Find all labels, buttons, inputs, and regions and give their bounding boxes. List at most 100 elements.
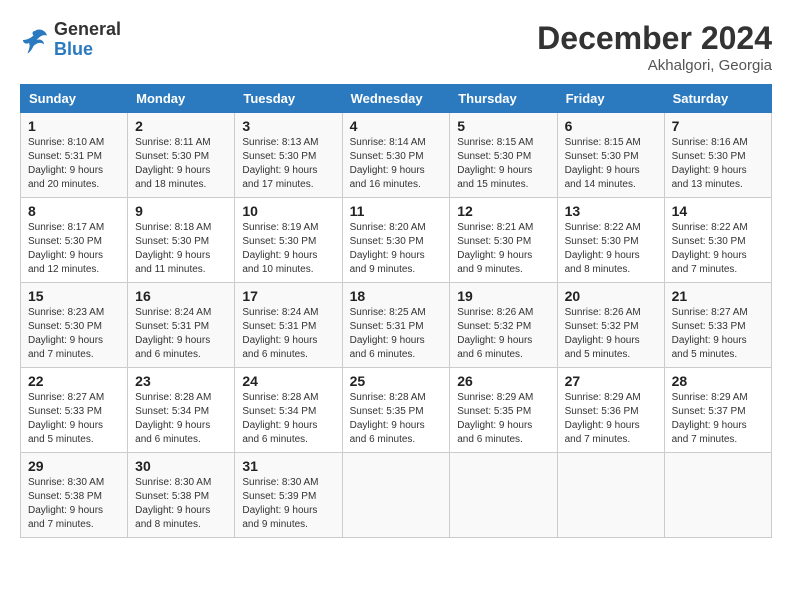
calendar-week-row: 1Sunrise: 8:10 AM Sunset: 5:31 PM Daylig… xyxy=(21,113,772,198)
day-number: 20 xyxy=(565,288,657,304)
day-info: Sunrise: 8:27 AM Sunset: 5:33 PM Dayligh… xyxy=(672,306,764,362)
calendar-cell xyxy=(342,453,450,538)
day-info: Sunrise: 8:15 AM Sunset: 5:30 PM Dayligh… xyxy=(457,136,549,192)
calendar-cell: 14Sunrise: 8:22 AM Sunset: 5:30 PM Dayli… xyxy=(664,198,771,283)
day-number: 18 xyxy=(350,288,443,304)
day-info: Sunrise: 8:20 AM Sunset: 5:30 PM Dayligh… xyxy=(350,221,443,277)
day-number: 12 xyxy=(457,203,549,219)
col-thursday: Thursday xyxy=(450,85,557,113)
calendar-cell: 30 Sunrise: 8:30 AM Sunset: 5:38 PM Dayli… xyxy=(128,453,235,538)
day-number: 16 xyxy=(135,288,227,304)
day-number: 14 xyxy=(672,203,764,219)
day-number: 4 xyxy=(350,118,443,134)
day-number: 9 xyxy=(135,203,227,219)
location-title: Akhalgori, Georgia xyxy=(537,57,772,74)
day-info: Sunrise: 8:30 AM Sunset: 5:38 PM Dayligh… xyxy=(28,476,120,532)
day-number: 15 xyxy=(28,288,120,304)
day-info: Sunrise: 8:24 AM Sunset: 5:31 PM Dayligh… xyxy=(242,306,334,362)
day-info: Sunrise: 8:14 AM Sunset: 5:30 PM Dayligh… xyxy=(350,136,443,192)
day-number: 11 xyxy=(350,203,443,219)
day-number: 2 xyxy=(135,118,227,134)
calendar-cell: 25 Sunrise: 8:28 AM Sunset: 5:35 PM Dayli… xyxy=(342,368,450,453)
calendar-cell: 7 Sunrise: 8:16 AM Sunset: 5:30 PM Daylig… xyxy=(664,113,771,198)
calendar-cell: 17 Sunrise: 8:24 AM Sunset: 5:31 PM Dayli… xyxy=(235,283,342,368)
day-number: 10 xyxy=(242,203,334,219)
day-info: Sunrise: 8:16 AM Sunset: 5:30 PM Dayligh… xyxy=(672,136,764,192)
day-info: Sunrise: 8:30 AM Sunset: 5:38 PM Dayligh… xyxy=(135,476,227,532)
day-number: 1 xyxy=(28,118,120,134)
calendar-cell: 26 Sunrise: 8:29 AM Sunset: 5:35 PM Dayli… xyxy=(450,368,557,453)
calendar-cell: 27 Sunrise: 8:29 AM Sunset: 5:36 PM Dayli… xyxy=(557,368,664,453)
col-sunday: Sunday xyxy=(21,85,128,113)
calendar-cell: 8 Sunrise: 8:17 AM Sunset: 5:30 PM Daylig… xyxy=(21,198,128,283)
calendar-cell: 12 Sunrise: 8:21 AM Sunset: 5:30 PM Dayli… xyxy=(450,198,557,283)
calendar-cell: 3Sunrise: 8:13 AM Sunset: 5:30 PM Daylig… xyxy=(235,113,342,198)
day-info: Sunrise: 8:25 AM Sunset: 5:31 PM Dayligh… xyxy=(350,306,443,362)
day-info: Sunrise: 8:21 AM Sunset: 5:30 PM Dayligh… xyxy=(457,221,549,277)
day-info: Sunrise: 8:26 AM Sunset: 5:32 PM Dayligh… xyxy=(457,306,549,362)
calendar-header-row: Sunday Monday Tuesday Wednesday Thursday… xyxy=(21,85,772,113)
day-info: Sunrise: 8:28 AM Sunset: 5:35 PM Dayligh… xyxy=(350,391,443,447)
calendar-cell: 21 Sunrise: 8:27 AM Sunset: 5:33 PM Dayli… xyxy=(664,283,771,368)
col-friday: Friday xyxy=(557,85,664,113)
day-info: Sunrise: 8:22 AM Sunset: 5:30 PM Dayligh… xyxy=(565,221,657,277)
calendar-cell: 10 Sunrise: 8:19 AM Sunset: 5:30 PM Dayli… xyxy=(235,198,342,283)
day-info: Sunrise: 8:28 AM Sunset: 5:34 PM Dayligh… xyxy=(242,391,334,447)
calendar-week-row: 29Sunrise: 8:30 AM Sunset: 5:38 PM Dayli… xyxy=(21,453,772,538)
day-number: 31 xyxy=(242,458,334,474)
day-number: 24 xyxy=(242,373,334,389)
day-info: Sunrise: 8:17 AM Sunset: 5:30 PM Dayligh… xyxy=(28,221,120,277)
calendar-table: Sunday Monday Tuesday Wednesday Thursday… xyxy=(20,84,772,538)
day-number: 28 xyxy=(672,373,764,389)
calendar-cell: 2 Sunrise: 8:11 AM Sunset: 5:30 PM Daylig… xyxy=(128,113,235,198)
col-tuesday: Tuesday xyxy=(235,85,342,113)
calendar-cell: 6 Sunrise: 8:15 AM Sunset: 5:30 PM Daylig… xyxy=(557,113,664,198)
calendar-cell: 20 Sunrise: 8:26 AM Sunset: 5:32 PM Dayli… xyxy=(557,283,664,368)
day-info: Sunrise: 8:28 AM Sunset: 5:34 PM Dayligh… xyxy=(135,391,227,447)
day-number: 17 xyxy=(242,288,334,304)
month-title: December 2024 xyxy=(537,20,772,57)
day-info: Sunrise: 8:23 AM Sunset: 5:30 PM Dayligh… xyxy=(28,306,120,362)
calendar-week-row: 15 Sunrise: 8:23 AM Sunset: 5:30 PM Dayli… xyxy=(21,283,772,368)
day-number: 21 xyxy=(672,288,764,304)
day-info: Sunrise: 8:26 AM Sunset: 5:32 PM Dayligh… xyxy=(565,306,657,362)
day-number: 8 xyxy=(28,203,120,219)
day-info: Sunrise: 8:24 AM Sunset: 5:31 PM Dayligh… xyxy=(135,306,227,362)
day-number: 27 xyxy=(565,373,657,389)
day-number: 30 xyxy=(135,458,227,474)
page-container: General Blue December 2024 Akhalgori, Ge… xyxy=(20,20,772,538)
day-number: 22 xyxy=(28,373,120,389)
day-info: Sunrise: 8:11 AM Sunset: 5:30 PM Dayligh… xyxy=(135,136,227,192)
day-info: Sunrise: 8:13 AM Sunset: 5:30 PM Dayligh… xyxy=(242,136,334,192)
day-number: 19 xyxy=(457,288,549,304)
day-info: Sunrise: 8:19 AM Sunset: 5:30 PM Dayligh… xyxy=(242,221,334,277)
calendar-cell: 29Sunrise: 8:30 AM Sunset: 5:38 PM Dayli… xyxy=(21,453,128,538)
calendar-cell: 1Sunrise: 8:10 AM Sunset: 5:31 PM Daylig… xyxy=(21,113,128,198)
calendar-week-row: 22Sunrise: 8:27 AM Sunset: 5:33 PM Dayli… xyxy=(21,368,772,453)
col-wednesday: Wednesday xyxy=(342,85,450,113)
day-number: 23 xyxy=(135,373,227,389)
day-info: Sunrise: 8:15 AM Sunset: 5:30 PM Dayligh… xyxy=(565,136,657,192)
day-info: Sunrise: 8:29 AM Sunset: 5:37 PM Dayligh… xyxy=(672,391,764,447)
day-number: 5 xyxy=(457,118,549,134)
day-number: 6 xyxy=(565,118,657,134)
calendar-cell: 5 Sunrise: 8:15 AM Sunset: 5:30 PM Daylig… xyxy=(450,113,557,198)
title-section: December 2024 Akhalgori, Georgia xyxy=(537,20,772,74)
calendar-cell: 24 Sunrise: 8:28 AM Sunset: 5:34 PM Dayli… xyxy=(235,368,342,453)
day-info: Sunrise: 8:29 AM Sunset: 5:36 PM Dayligh… xyxy=(565,391,657,447)
day-number: 7 xyxy=(672,118,764,134)
calendar-cell: 31Sunrise: 8:30 AM Sunset: 5:39 PM Dayli… xyxy=(235,453,342,538)
day-info: Sunrise: 8:18 AM Sunset: 5:30 PM Dayligh… xyxy=(135,221,227,277)
day-number: 26 xyxy=(457,373,549,389)
calendar-cell: 13 Sunrise: 8:22 AM Sunset: 5:30 PM Dayli… xyxy=(557,198,664,283)
calendar-week-row: 8 Sunrise: 8:17 AM Sunset: 5:30 PM Daylig… xyxy=(21,198,772,283)
day-number: 13 xyxy=(565,203,657,219)
logo-icon xyxy=(20,25,50,55)
calendar-cell: 22Sunrise: 8:27 AM Sunset: 5:33 PM Dayli… xyxy=(21,368,128,453)
calendar-cell: 16 Sunrise: 8:24 AM Sunset: 5:31 PM Dayli… xyxy=(128,283,235,368)
calendar-cell xyxy=(664,453,771,538)
calendar-cell: 18 Sunrise: 8:25 AM Sunset: 5:31 PM Dayli… xyxy=(342,283,450,368)
calendar-cell: 28 Sunrise: 8:29 AM Sunset: 5:37 PM Dayli… xyxy=(664,368,771,453)
day-number: 25 xyxy=(350,373,443,389)
day-info: Sunrise: 8:29 AM Sunset: 5:35 PM Dayligh… xyxy=(457,391,549,447)
